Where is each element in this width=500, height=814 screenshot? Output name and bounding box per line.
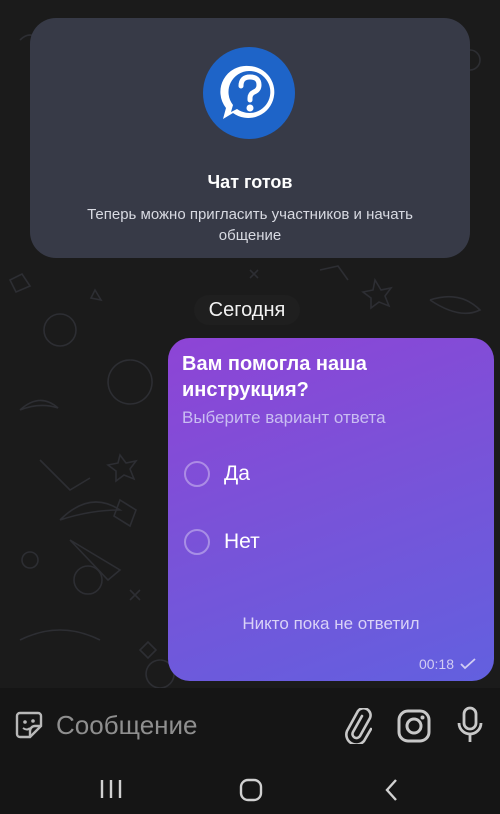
sticker-icon[interactable] xyxy=(14,710,44,740)
poll-message: Вам помогла наша инструкция? Выберите ва… xyxy=(168,338,494,681)
system-navigation-bar xyxy=(0,762,500,814)
instagram-camera-icon[interactable] xyxy=(396,708,432,744)
poll-hint: Выберите вариант ответа xyxy=(182,408,386,427)
back-icon[interactable] xyxy=(382,778,402,802)
poll-vote-status: Никто пока не ответил xyxy=(242,614,420,633)
question-chat-logo-icon xyxy=(203,47,295,139)
poll-question: Вам помогла наша инструкция? xyxy=(182,353,367,401)
paperclip-icon[interactable] xyxy=(342,708,372,744)
microphone-icon[interactable] xyxy=(456,706,484,744)
poll-option-no[interactable]: Нет xyxy=(184,522,474,562)
card-description: Теперь можно пригласить участников и нач… xyxy=(87,206,413,244)
message-input[interactable]: Сообщение xyxy=(56,708,326,742)
home-icon[interactable] xyxy=(238,778,264,802)
radio-button[interactable] xyxy=(184,461,210,487)
radio-button[interactable] xyxy=(184,529,210,555)
recents-icon[interactable] xyxy=(98,778,124,800)
check-icon xyxy=(460,658,476,670)
date-separator: Сегодня xyxy=(194,295,300,325)
option-label: Нет xyxy=(224,530,260,553)
message-time: 00:18 xyxy=(418,656,454,672)
chat-ready-card: Чат готов Теперь можно пригласить участн… xyxy=(30,18,470,258)
card-title: Чат готов xyxy=(207,172,293,192)
poll-option-yes[interactable]: Да xyxy=(184,454,474,494)
message-meta: 00:18 xyxy=(419,656,476,672)
message-composer: Сообщение xyxy=(0,688,500,762)
option-label: Да xyxy=(224,462,250,485)
